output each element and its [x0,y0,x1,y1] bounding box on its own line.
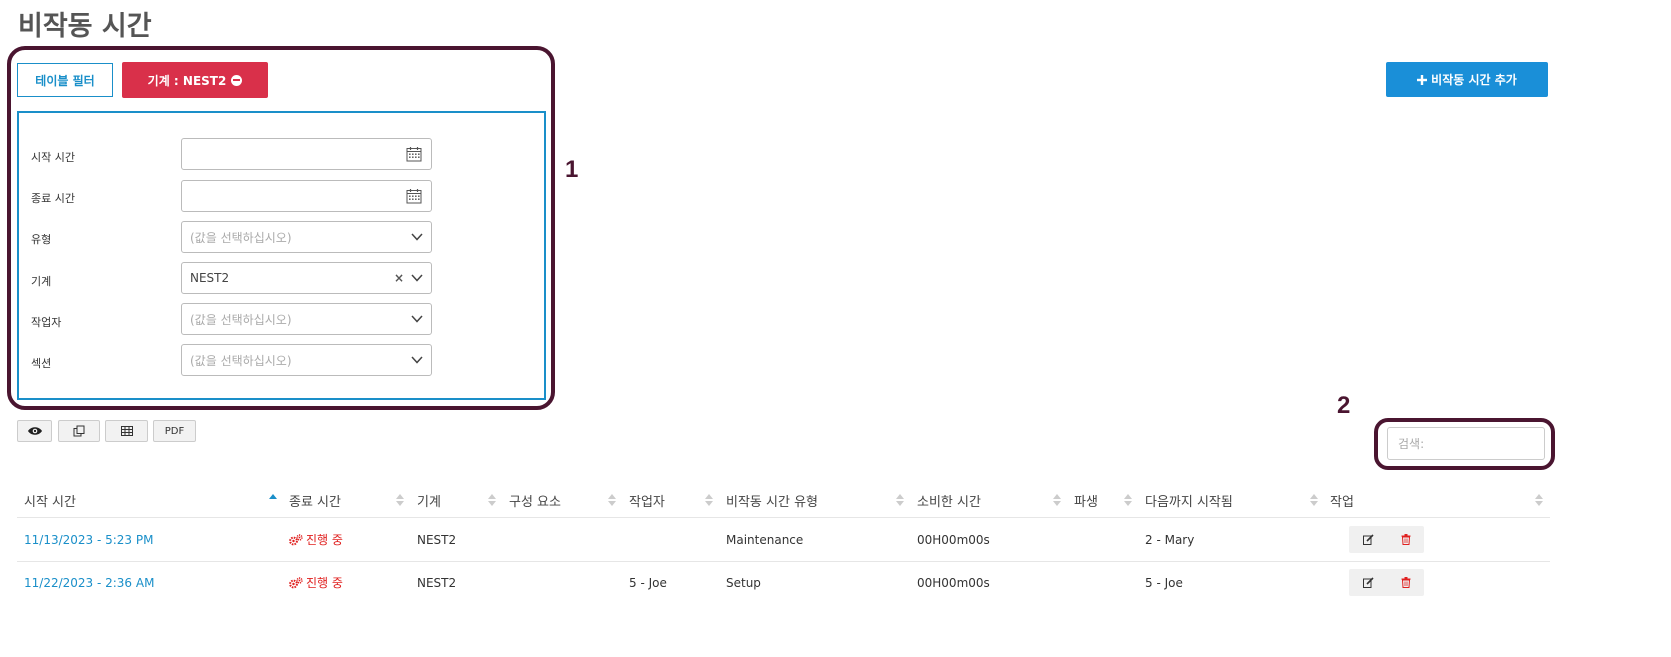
column-header-machine[interactable]: 기계 [417,491,441,510]
machine-filter-chip[interactable]: 기계 : NEST2 [122,62,268,98]
row-2-machine: NEST2 [417,576,457,590]
add-downtime-label: 비작동 시간 추가 [1431,73,1517,87]
gears-icon [289,533,303,545]
column-header-end-time[interactable]: 종료 시간 [289,491,341,510]
sort-icon[interactable] [396,493,404,507]
annotation-label-2: 2 [1337,392,1351,419]
sort-icon[interactable] [1124,493,1132,507]
row-divider [17,561,1550,562]
table-icon [120,426,133,436]
column-header-started-until[interactable]: 다음까지 시작됨 [1145,491,1233,510]
column-header-derived[interactable]: 파생 [1074,491,1098,510]
column-header-actions: 작업 [1330,495,1354,510]
machine-select[interactable]: NEST2 × [181,262,432,294]
type-select-placeholder: (값을 선택하십시오) [190,230,292,245]
column-header-time-spent[interactable]: 소비한 시간 [917,491,981,510]
row-1-started-until: 2 - Mary [1145,533,1195,547]
copy-button[interactable] [58,420,100,442]
row-1-machine: NEST2 [417,533,457,547]
row-1-end-status: 진행 중 [289,531,343,548]
sort-icon[interactable] [488,493,496,507]
machine-label: 기계 [31,275,52,288]
sort-icon[interactable] [608,493,616,507]
chevron-down-icon [411,356,423,364]
column-header-operator[interactable]: 작업자 [629,491,665,510]
add-downtime-button[interactable]: 비작동 시간 추가 [1386,62,1548,97]
plus-icon [1417,74,1428,85]
sort-asc-icon[interactable] [269,493,277,507]
chevron-down-icon [411,315,423,323]
row-1-actions [1349,526,1424,553]
column-visibility-button[interactable] [17,420,52,442]
trash-icon[interactable] [1401,534,1411,545]
page-title: 비작동 시간 [18,11,152,42]
clear-icon[interactable]: × [394,271,404,285]
operator-select[interactable]: (값을 선택하십시오) [181,303,432,335]
search-input[interactable]: 검색: [1387,427,1545,460]
type-select[interactable]: (값을 선택하십시오) [181,221,432,253]
row-1-time-spent: 00H00m00s [917,533,990,547]
column-header-downtime-type[interactable]: 비작동 시간 유형 [726,491,818,510]
section-label: 섹션 [31,357,52,370]
edit-icon[interactable] [1362,577,1374,588]
row-2-time-spent: 00H00m00s [917,576,990,590]
remove-circle-icon[interactable] [231,74,243,86]
sort-icon[interactable] [1535,493,1543,507]
operator-select-placeholder: (값을 선택하십시오) [190,312,292,327]
sort-icon[interactable] [1053,493,1061,507]
in-progress-label: 진행 중 [306,533,343,547]
chevron-down-icon [411,274,423,282]
end-time-input[interactable] [181,180,432,212]
pdf-button[interactable]: PDF [153,420,196,442]
section-select-placeholder: (값을 선택하십시오) [190,353,292,368]
column-header-start-time[interactable]: 시작 시간 [24,491,76,510]
row-2-end-status: 진행 중 [289,574,343,591]
type-label: 유형 [31,233,52,246]
row-2-start-time[interactable]: 11/22/2023 - 2:36 AM [24,576,154,590]
operator-label: 작업자 [31,316,62,329]
row-2-type: Setup [726,576,761,590]
table-filter-button[interactable]: 테이블 필터 [17,63,113,97]
calendar-icon[interactable] [406,188,422,204]
chevron-down-icon [411,233,423,241]
row-2-started-until: 5 - Joe [1145,576,1183,590]
machine-select-value: NEST2 [190,271,230,285]
gears-icon [289,576,303,588]
sort-icon[interactable] [896,493,904,507]
edit-icon[interactable] [1362,534,1374,545]
eye-icon [27,427,42,435]
section-select[interactable]: (값을 선택하십시오) [181,344,432,376]
excel-button[interactable] [105,420,148,442]
row-1-start-time[interactable]: 11/13/2023 - 5:23 PM [24,533,153,547]
row-2-actions [1349,569,1424,596]
end-time-label: 종료 시간 [31,192,75,205]
annotation-label-1: 1 [565,156,579,183]
sort-icon[interactable] [705,493,713,507]
in-progress-label: 진행 중 [306,576,343,590]
header-divider [17,517,1550,518]
calendar-icon[interactable] [406,146,422,162]
trash-icon[interactable] [1401,577,1411,588]
row-1-type: Maintenance [726,533,804,547]
start-time-label: 시작 시간 [31,151,75,164]
copy-icon [73,425,85,437]
machine-filter-chip-label: 기계 : NEST2 [147,73,227,88]
row-2-operator: 5 - Joe [629,576,667,590]
sort-icon[interactable] [1310,493,1318,507]
start-time-input[interactable] [181,138,432,170]
column-header-component[interactable]: 구성 요소 [509,491,561,510]
